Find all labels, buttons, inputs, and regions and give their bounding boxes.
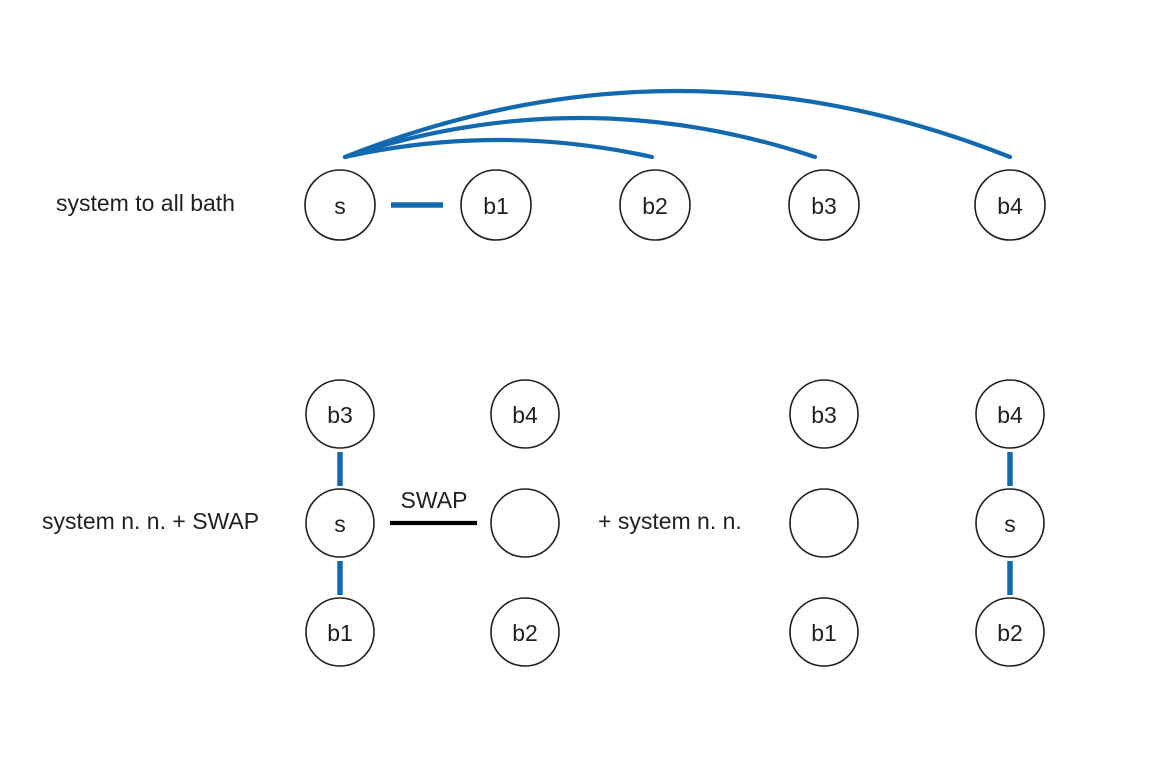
node-label: b4	[512, 402, 538, 428]
node-top-s[interactable]: s	[304, 169, 376, 241]
panel-system-to-all-bath: system to all bath s b1 b2 b3 b4	[56, 88, 1046, 241]
panel-label-system-nn-swap: system n. n. + SWAP	[42, 508, 259, 534]
panel-system-nn-swap: SWAP system n. n. + SWAP b3 s b1 b4 b2	[42, 379, 560, 667]
node-right-b3[interactable]: b3	[789, 379, 859, 449]
node-label: s	[334, 193, 346, 219]
node-right-b1[interactable]: b1	[789, 597, 859, 667]
node-label: b3	[811, 402, 837, 428]
node-left-b1[interactable]: b1	[305, 597, 375, 667]
node-left-b4[interactable]: b4	[490, 379, 560, 449]
node-label: b3	[811, 193, 837, 219]
node-top-b1[interactable]: b1	[460, 169, 532, 241]
diagram-canvas: system to all bath s b1 b2 b3 b4 SWAP sy…	[42, 88, 1046, 667]
node-label: b4	[997, 402, 1023, 428]
node-left-b3[interactable]: b3	[305, 379, 375, 449]
node-label: b4	[997, 193, 1023, 219]
node-label: b2	[642, 193, 668, 219]
node-label: b1	[327, 620, 353, 646]
node-left-s[interactable]: s	[305, 488, 375, 558]
swap-bond-label: SWAP	[401, 487, 468, 513]
node-label: b3	[327, 402, 353, 428]
panel-label-system-to-all-bath: system to all bath	[56, 190, 235, 216]
node-label: s	[334, 511, 346, 537]
arc-bond-s-b3	[342, 115, 818, 160]
node-circle[interactable]	[490, 488, 560, 558]
node-top-b3[interactable]: b3	[788, 169, 860, 241]
node-label: b1	[811, 620, 837, 646]
node-right-s[interactable]: s	[975, 488, 1045, 558]
node-label: b2	[512, 620, 538, 646]
node-right-b2[interactable]: b2	[975, 597, 1045, 667]
node-circle[interactable]	[789, 488, 859, 558]
panel-label-plus-system-nn: + system n. n.	[598, 508, 742, 534]
node-right-b4[interactable]: b4	[975, 379, 1045, 449]
node-left-b2[interactable]: b2	[490, 597, 560, 667]
node-right-empty[interactable]	[789, 488, 859, 558]
panel-plus-system-nn: + system n. n. b3 b1 b4 s b2	[598, 379, 1045, 667]
arc-bond-group	[342, 88, 1013, 160]
node-label: b2	[997, 620, 1023, 646]
node-left-empty[interactable]	[490, 488, 560, 558]
node-label: b1	[483, 193, 509, 219]
node-top-b2[interactable]: b2	[619, 169, 691, 241]
node-label: s	[1004, 511, 1016, 537]
node-top-b4[interactable]: b4	[974, 169, 1046, 241]
